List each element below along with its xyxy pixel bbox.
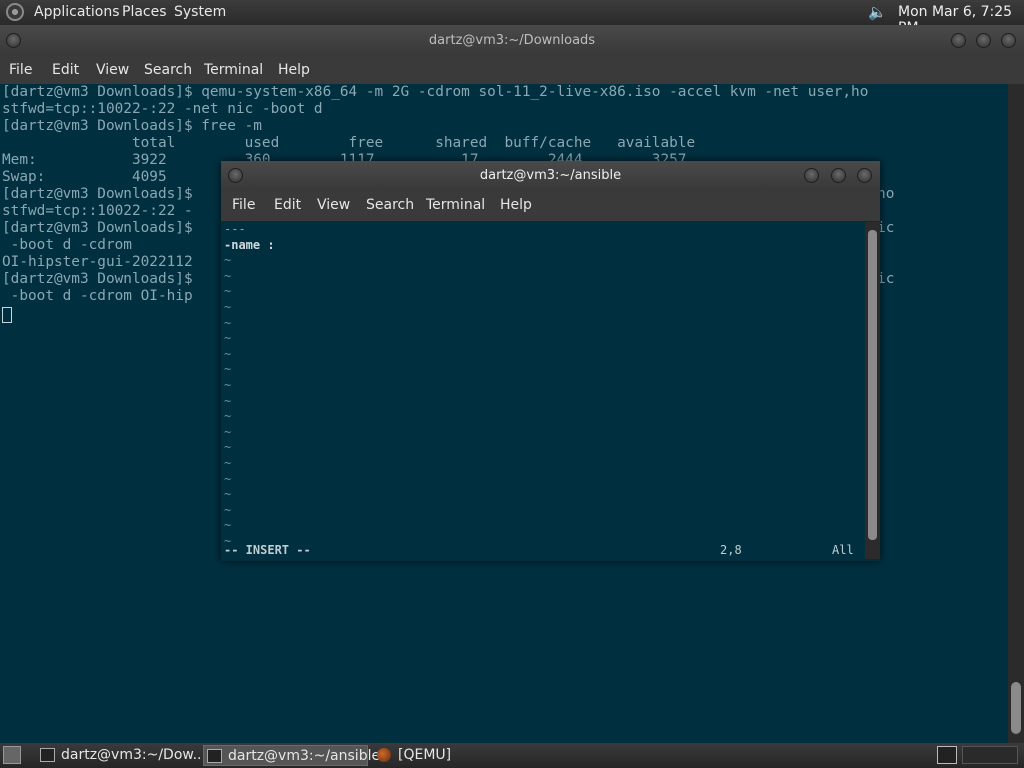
scroll-position: All bbox=[832, 543, 854, 557]
scrollbar[interactable] bbox=[865, 222, 880, 559]
speaker-icon[interactable]: 🔈 bbox=[868, 3, 887, 21]
task-label: dartz@vm3:~/ansible bbox=[228, 748, 381, 764]
empty-line-tildes: ~ ~ ~ ~ ~ ~ ~ ~ ~ ~ ~ ~ ~ ~ ~ ~ ~ ~ ~ bbox=[224, 253, 232, 548]
window-menu-button[interactable] bbox=[228, 168, 243, 183]
workspace-switcher[interactable] bbox=[962, 746, 1018, 764]
task-label: [QEMU] bbox=[398, 747, 452, 763]
show-desktop-icon[interactable] bbox=[3, 746, 21, 764]
close-button[interactable] bbox=[1001, 33, 1016, 48]
applications-menu[interactable]: Applications bbox=[34, 4, 120, 20]
terminal-icon bbox=[40, 748, 55, 762]
terminal-icon bbox=[207, 749, 222, 763]
menu-terminal[interactable]: Terminal bbox=[204, 62, 263, 78]
menu-file[interactable]: File bbox=[232, 197, 255, 213]
vim-status-line: -- INSERT -- 2,8 All bbox=[224, 543, 864, 557]
minimize-button[interactable] bbox=[804, 168, 819, 183]
terminal-line: stfwd=tcp::10022-:22 -net nic -boot d bbox=[2, 101, 323, 117]
menu-search[interactable]: Search bbox=[366, 197, 414, 213]
window-title: dartz@vm3:~/ansible bbox=[479, 168, 622, 183]
taskbar: dartz@vm3:~/Dow... dartz@vm3:~/ansible [… bbox=[0, 743, 1024, 768]
menu-edit[interactable]: Edit bbox=[274, 197, 301, 213]
menu-help[interactable]: Help bbox=[500, 197, 532, 213]
menu-file[interactable]: File bbox=[9, 62, 32, 78]
places-menu[interactable]: Places bbox=[122, 4, 167, 20]
top-panel: Applications Places System 🔈 Mon Mar 6, … bbox=[0, 0, 1024, 36]
task-label: dartz@vm3:~/Dow... bbox=[61, 747, 206, 763]
distro-logo-icon[interactable] bbox=[6, 3, 24, 21]
terminal-window-ansible: dartz@vm3:~/ansible File Edit View Searc… bbox=[221, 161, 880, 561]
maximize-button[interactable] bbox=[976, 33, 991, 48]
vim-mode: -- INSERT -- bbox=[224, 543, 311, 557]
menu-terminal[interactable]: Terminal bbox=[426, 197, 485, 213]
scrollbar-thumb[interactable] bbox=[868, 230, 877, 540]
menu-view[interactable]: View bbox=[317, 197, 350, 213]
menu-edit[interactable]: Edit bbox=[52, 62, 79, 78]
title-bar[interactable]: dartz@vm3:~/ansible bbox=[221, 161, 880, 191]
close-button[interactable] bbox=[857, 168, 872, 183]
menu-help[interactable]: Help bbox=[278, 62, 310, 78]
menu-search[interactable]: Search bbox=[144, 62, 192, 78]
task-downloads-terminal[interactable]: dartz@vm3:~/Dow... bbox=[37, 745, 206, 766]
scrollbar[interactable] bbox=[1008, 84, 1024, 743]
workspace-1-icon[interactable] bbox=[937, 746, 957, 764]
terminal-line: [dartz@vm3 Downloads]$ qemu-system-x86_6… bbox=[2, 84, 869, 100]
terminal-line: total used free shared buff/cache availa… bbox=[2, 135, 696, 151]
buffer-line: --- bbox=[224, 222, 246, 236]
title-bar[interactable]: dartz@vm3:~/Downloads bbox=[0, 25, 1024, 56]
vim-buffer[interactable]: --- -name : ~ ~ ~ ~ ~ ~ ~ ~ ~ ~ ~ ~ ~ ~ … bbox=[224, 222, 864, 549]
menu-view[interactable]: View bbox=[96, 62, 129, 78]
terminal-line: [dartz@vm3 Downloads]$ free -m bbox=[2, 118, 262, 134]
system-menu[interactable]: System bbox=[174, 4, 226, 20]
window-menu-button[interactable] bbox=[6, 33, 21, 48]
menu-bar: File Edit View Search Terminal Help bbox=[221, 191, 880, 221]
scrollbar-thumb[interactable] bbox=[1011, 682, 1021, 734]
menu-bar: File Edit View Search Terminal Help bbox=[0, 56, 1024, 84]
buffer-line: -name : bbox=[224, 237, 275, 252]
terminal-cursor bbox=[2, 307, 12, 323]
task-ansible-terminal[interactable]: dartz@vm3:~/ansible bbox=[203, 745, 380, 766]
cursor-position: 2,8 bbox=[720, 543, 742, 557]
qemu-icon bbox=[377, 748, 391, 762]
window-title: dartz@vm3:~/Downloads bbox=[428, 33, 596, 48]
maximize-button[interactable] bbox=[831, 168, 846, 183]
minimize-button[interactable] bbox=[951, 33, 966, 48]
task-qemu[interactable]: [QEMU] bbox=[374, 745, 494, 766]
